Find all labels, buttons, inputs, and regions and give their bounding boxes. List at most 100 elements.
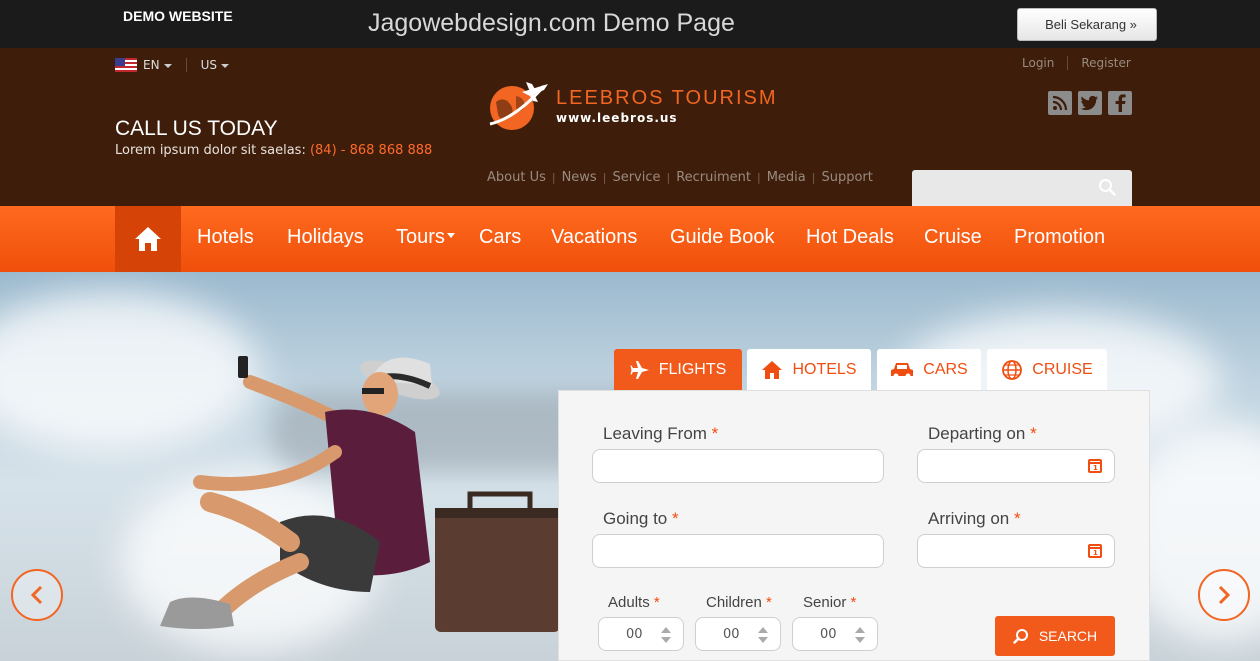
calendar-icon[interactable]: 1 [1088, 544, 1102, 558]
tab-cars[interactable]: CARS [877, 349, 981, 390]
nav-home-button[interactable] [115, 206, 181, 272]
traveler-image [160, 356, 560, 632]
globe-plane-logo-icon [486, 78, 550, 134]
nav-guide-book[interactable]: Guide Book [670, 226, 775, 249]
required-mark: * [1030, 424, 1037, 443]
adults-stepper[interactable]: 00 [598, 617, 684, 651]
children-value: 00 [723, 627, 740, 642]
login-link[interactable]: Login [1022, 56, 1054, 70]
facebook-icon[interactable] [1108, 91, 1132, 115]
chevron-down-icon [220, 63, 229, 68]
search-icon[interactable] [1098, 178, 1116, 196]
calendar-day: 1 [1093, 464, 1098, 472]
going-to-label: Going to * [603, 509, 679, 529]
required-mark: * [672, 509, 679, 528]
nav-tours-label: Tours [396, 226, 445, 248]
buy-now-button[interactable]: Beli Sekarang » [1017, 8, 1157, 41]
increment-icon[interactable] [758, 627, 768, 633]
us-flag-icon [115, 58, 137, 72]
decrement-icon[interactable] [855, 637, 865, 643]
tab-flights[interactable]: FLIGHTS [614, 349, 742, 390]
nav-tours[interactable]: Tours [396, 226, 455, 249]
call-us-text: Lorem ipsum dolor sit saelas: (84) - 868… [115, 143, 432, 158]
leaving-from-label: Leaving From * [603, 424, 718, 444]
tab-hotels[interactable]: HOTELS [747, 349, 871, 390]
divider: | [757, 171, 761, 184]
info-link-about-us[interactable]: About Us [487, 170, 546, 185]
search-flights-button[interactable]: SEARCH [995, 616, 1115, 656]
rss-icon[interactable] [1048, 91, 1072, 115]
tab-cruise[interactable]: CRUISE [987, 349, 1107, 390]
info-link-service[interactable]: Service [612, 170, 660, 185]
social-links [1048, 91, 1132, 115]
required-mark: * [766, 594, 772, 611]
chevron-down-icon [163, 63, 172, 68]
home-icon [761, 360, 783, 380]
home-icon [135, 227, 161, 251]
required-mark: * [1014, 509, 1021, 528]
nav-promotion[interactable]: Promotion [1014, 226, 1105, 249]
adults-label: Adults * [608, 594, 660, 611]
demo-title: Jagowebdesign.com Demo Page [368, 9, 735, 37]
going-to-text: Going to [603, 509, 668, 528]
going-to-input[interactable] [592, 534, 884, 568]
info-links: About Us | News | Service | Recruiment |… [487, 170, 873, 185]
decrement-icon[interactable] [758, 637, 768, 643]
calendar-icon[interactable]: 1 [1088, 459, 1102, 473]
nav-hotels[interactable]: Hotels [197, 226, 254, 249]
info-link-support[interactable]: Support [821, 170, 872, 185]
logo-url: www.leebros.us [556, 111, 678, 125]
info-link-recruiment[interactable]: Recruiment [676, 170, 751, 185]
nav-holidays[interactable]: Holidays [287, 226, 364, 249]
senior-label: Senior * [803, 594, 856, 611]
globe-icon [1001, 359, 1023, 381]
site-logo[interactable]: LEEBROS TOURISM www.leebros.us [486, 78, 778, 134]
departing-on-label: Departing on * [928, 424, 1037, 444]
airplane-icon [630, 360, 650, 380]
tab-cruise-label: CRUISE [1032, 360, 1093, 378]
children-stepper[interactable]: 00 [695, 617, 781, 651]
divider: | [666, 171, 671, 184]
increment-icon[interactable] [855, 627, 865, 633]
calendar-day: 1 [1093, 549, 1098, 557]
required-mark: * [711, 424, 719, 443]
required-mark: * [653, 594, 660, 611]
language-label: EN [143, 58, 160, 72]
language-dropdown[interactable]: EN [143, 58, 172, 72]
register-link[interactable]: Register [1081, 56, 1130, 70]
arriving-on-input[interactable]: 1 [917, 534, 1115, 568]
children-text: Children [706, 594, 762, 611]
phone-number: (84) - 868 868 888 [309, 143, 433, 158]
currency-dropdown[interactable]: US [201, 58, 229, 72]
increment-icon[interactable] [661, 627, 671, 633]
departing-on-input[interactable]: 1 [917, 449, 1115, 483]
adults-value: 00 [626, 627, 643, 642]
nav-hot-deals[interactable]: Hot Deals [806, 226, 894, 249]
twitter-icon[interactable] [1078, 91, 1102, 115]
slider-next-button[interactable] [1198, 569, 1250, 621]
call-us-title: CALL US TODAY [115, 117, 278, 140]
search-icon [1013, 629, 1028, 644]
demo-bar: DEMO WEBSITE Jagowebdesign.com Demo Page… [0, 0, 1260, 48]
site-search-input[interactable] [912, 170, 1132, 206]
info-link-media[interactable]: Media [767, 170, 806, 185]
divider [1067, 56, 1069, 70]
slider-prev-button[interactable] [11, 569, 63, 621]
leaving-from-input[interactable] [592, 449, 884, 483]
nav-vacations[interactable]: Vacations [551, 226, 637, 249]
senior-value: 00 [820, 627, 837, 642]
nav-cruise[interactable]: Cruise [924, 226, 982, 249]
senior-stepper[interactable]: 00 [792, 617, 878, 651]
divider: | [811, 171, 816, 184]
info-link-news[interactable]: News [562, 170, 597, 185]
chevron-down-icon [446, 233, 455, 239]
decrement-icon[interactable] [661, 637, 671, 643]
locale-selector: EN US [115, 58, 229, 72]
currency-label: US [200, 58, 217, 72]
tab-flights-label: FLIGHTS [658, 360, 727, 378]
divider [185, 58, 187, 72]
nav-cars[interactable]: Cars [479, 226, 521, 249]
call-us-label: Lorem ipsum dolor sit saelas: [115, 143, 310, 158]
children-label: Children * [706, 594, 772, 611]
car-icon [890, 361, 914, 379]
